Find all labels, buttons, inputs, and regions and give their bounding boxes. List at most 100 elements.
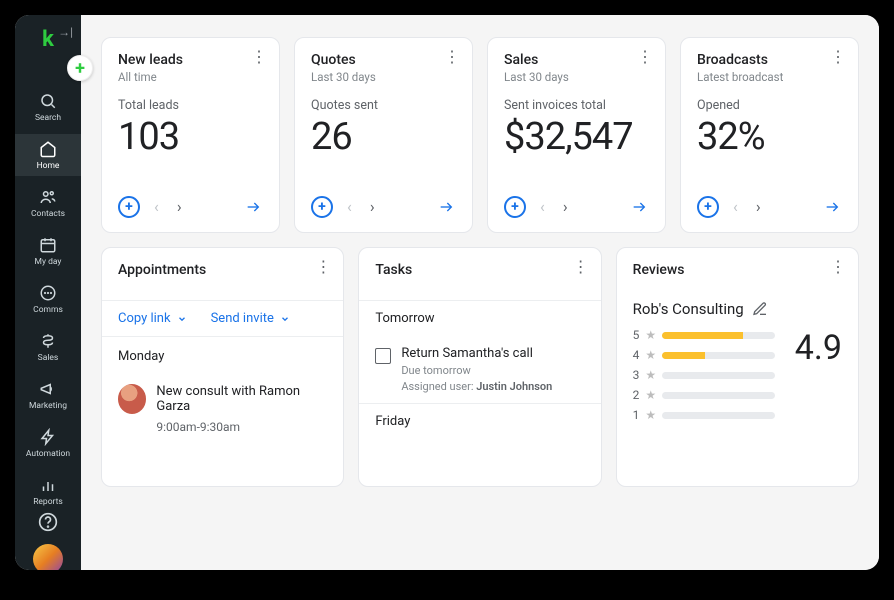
stat-value: $32,547 xyxy=(504,115,649,159)
card-menu-icon[interactable]: ⋮ xyxy=(637,52,653,62)
prev-icon[interactable]: ‹ xyxy=(150,193,163,220)
business-name: Rob's Consulting xyxy=(633,300,744,318)
goto-icon[interactable] xyxy=(629,199,649,215)
nav: Search Home Contacts My day Comms Sales xyxy=(15,86,81,512)
stat-subtitle: Last 30 days xyxy=(504,70,649,84)
sales-icon xyxy=(39,332,57,350)
add-icon[interactable]: + xyxy=(697,196,719,218)
next-icon[interactable]: › xyxy=(559,193,572,220)
card-menu-icon[interactable]: ⋮ xyxy=(444,52,460,62)
sidebar-item-label: Contacts xyxy=(31,209,65,219)
sidebar-item-label: Marketing xyxy=(29,401,67,411)
card-title: Tasks xyxy=(375,262,584,288)
stat-value: 26 xyxy=(311,115,456,159)
task-day-header: Friday xyxy=(359,403,600,439)
sidebar-item-comms[interactable]: Comms xyxy=(15,278,81,320)
review-score: 4.9 xyxy=(795,328,842,422)
help-icon[interactable] xyxy=(38,512,58,532)
sidebar-item-automation[interactable]: Automation xyxy=(15,422,81,464)
sidebar-item-label: Reports xyxy=(33,497,63,507)
sidebar-item-label: Home xyxy=(37,161,60,171)
add-icon[interactable]: + xyxy=(311,196,333,218)
reports-icon xyxy=(39,476,57,494)
appointment-time: 9:00am-9:30am xyxy=(156,420,327,434)
user-avatar[interactable] xyxy=(33,544,63,570)
sidebar: →| k + Search Home Contacts My day Comm xyxy=(15,15,81,570)
stat-label: Total leads xyxy=(118,98,263,113)
appointment-item[interactable]: New consult with Ramon Garza 9:00am-9:30… xyxy=(118,376,327,442)
goto-icon[interactable] xyxy=(822,199,842,215)
reviews-card: ⋮ Reviews Rob's Consulting 5★ 4★ 3★ 2★ 1… xyxy=(616,247,859,487)
next-icon[interactable]: › xyxy=(752,193,765,220)
stat-label: Opened xyxy=(697,98,842,113)
star-icon: ★ xyxy=(645,388,656,402)
edit-icon[interactable] xyxy=(752,301,768,317)
stat-label: Quotes sent xyxy=(311,98,456,113)
sidebar-item-myday[interactable]: My day xyxy=(15,230,81,272)
megaphone-icon xyxy=(39,380,57,398)
goto-icon[interactable] xyxy=(436,199,456,215)
sidebar-item-search[interactable]: Search xyxy=(15,86,81,128)
copy-link-action[interactable]: Copy link xyxy=(118,311,187,326)
sidebar-item-label: Sales xyxy=(38,353,59,363)
goto-icon[interactable] xyxy=(243,199,263,215)
card-menu-icon[interactable]: ⋮ xyxy=(830,262,846,272)
prev-icon[interactable]: ‹ xyxy=(729,193,742,220)
sidebar-item-home[interactable]: Home xyxy=(15,134,81,176)
card-menu-icon[interactable]: ⋮ xyxy=(251,52,267,62)
stat-subtitle: Latest broadcast xyxy=(697,70,842,84)
add-icon[interactable]: + xyxy=(504,196,526,218)
app-shell: →| k + Search Home Contacts My day Comm xyxy=(15,15,879,570)
contact-avatar xyxy=(118,384,146,414)
sidebar-item-reports[interactable]: Reports xyxy=(15,470,81,512)
prev-icon[interactable]: ‹ xyxy=(536,193,549,220)
appointment-actions: Copy link Send invite xyxy=(102,300,343,337)
card-footer: + ‹ › xyxy=(311,185,456,220)
card-footer: + ‹ › xyxy=(504,185,649,220)
sidebar-bottom xyxy=(33,512,63,570)
task-text: Return Samantha's call xyxy=(401,346,552,361)
task-item[interactable]: Return Samantha's call Due tomorrow Assi… xyxy=(359,336,600,403)
send-invite-action[interactable]: Send invite xyxy=(211,311,290,326)
collapse-icon[interactable]: →| xyxy=(58,25,73,39)
task-checkbox[interactable] xyxy=(375,348,391,364)
card-menu-icon[interactable]: ⋮ xyxy=(573,262,589,272)
sidebar-item-label: My day xyxy=(35,257,62,267)
automation-icon xyxy=(39,428,57,446)
add-icon[interactable]: + xyxy=(118,196,140,218)
sidebar-item-marketing[interactable]: Marketing xyxy=(15,374,81,416)
stats-row: ⋮ New leads All time Total leads 103 + ‹… xyxy=(101,37,859,233)
next-icon[interactable]: › xyxy=(366,193,379,220)
card-menu-icon[interactable]: ⋮ xyxy=(315,262,331,272)
rating-row: 4★ xyxy=(633,348,775,362)
task-day-header: Tomorrow xyxy=(359,300,600,336)
stat-title: Quotes xyxy=(311,52,456,68)
stat-value: 32% xyxy=(697,115,842,159)
search-icon xyxy=(39,92,57,110)
star-icon: ★ xyxy=(645,368,656,382)
chevron-down-icon xyxy=(280,314,290,324)
sidebar-item-label: Automation xyxy=(26,449,70,459)
prev-icon[interactable]: ‹ xyxy=(343,193,356,220)
contacts-icon xyxy=(39,188,57,206)
card-menu-icon[interactable]: ⋮ xyxy=(830,52,846,62)
tasks-card: ⋮ Tasks Tomorrow Return Samantha's call … xyxy=(358,247,601,487)
card-footer: + ‹ › xyxy=(118,185,263,220)
next-icon[interactable]: › xyxy=(173,193,186,220)
card-title: Appointments xyxy=(118,262,327,288)
rating-row: 5★ xyxy=(633,328,775,342)
star-icon: ★ xyxy=(645,348,656,362)
chevron-down-icon xyxy=(177,314,187,324)
star-icon: ★ xyxy=(645,328,656,342)
sidebar-item-contacts[interactable]: Contacts xyxy=(15,182,81,224)
star-icon: ★ xyxy=(645,408,656,422)
stat-title: New leads xyxy=(118,52,263,68)
card-title: Reviews xyxy=(633,262,842,288)
main-content: ⋮ New leads All time Total leads 103 + ‹… xyxy=(81,15,879,570)
card-footer: + ‹ › xyxy=(697,185,842,220)
chat-icon xyxy=(39,284,57,302)
sidebar-item-sales[interactable]: Sales xyxy=(15,326,81,368)
stat-title: Broadcasts xyxy=(697,52,842,68)
reviews-body: 5★ 4★ 3★ 2★ 1★ 4.9 xyxy=(633,328,842,422)
add-button[interactable]: + xyxy=(67,55,93,81)
